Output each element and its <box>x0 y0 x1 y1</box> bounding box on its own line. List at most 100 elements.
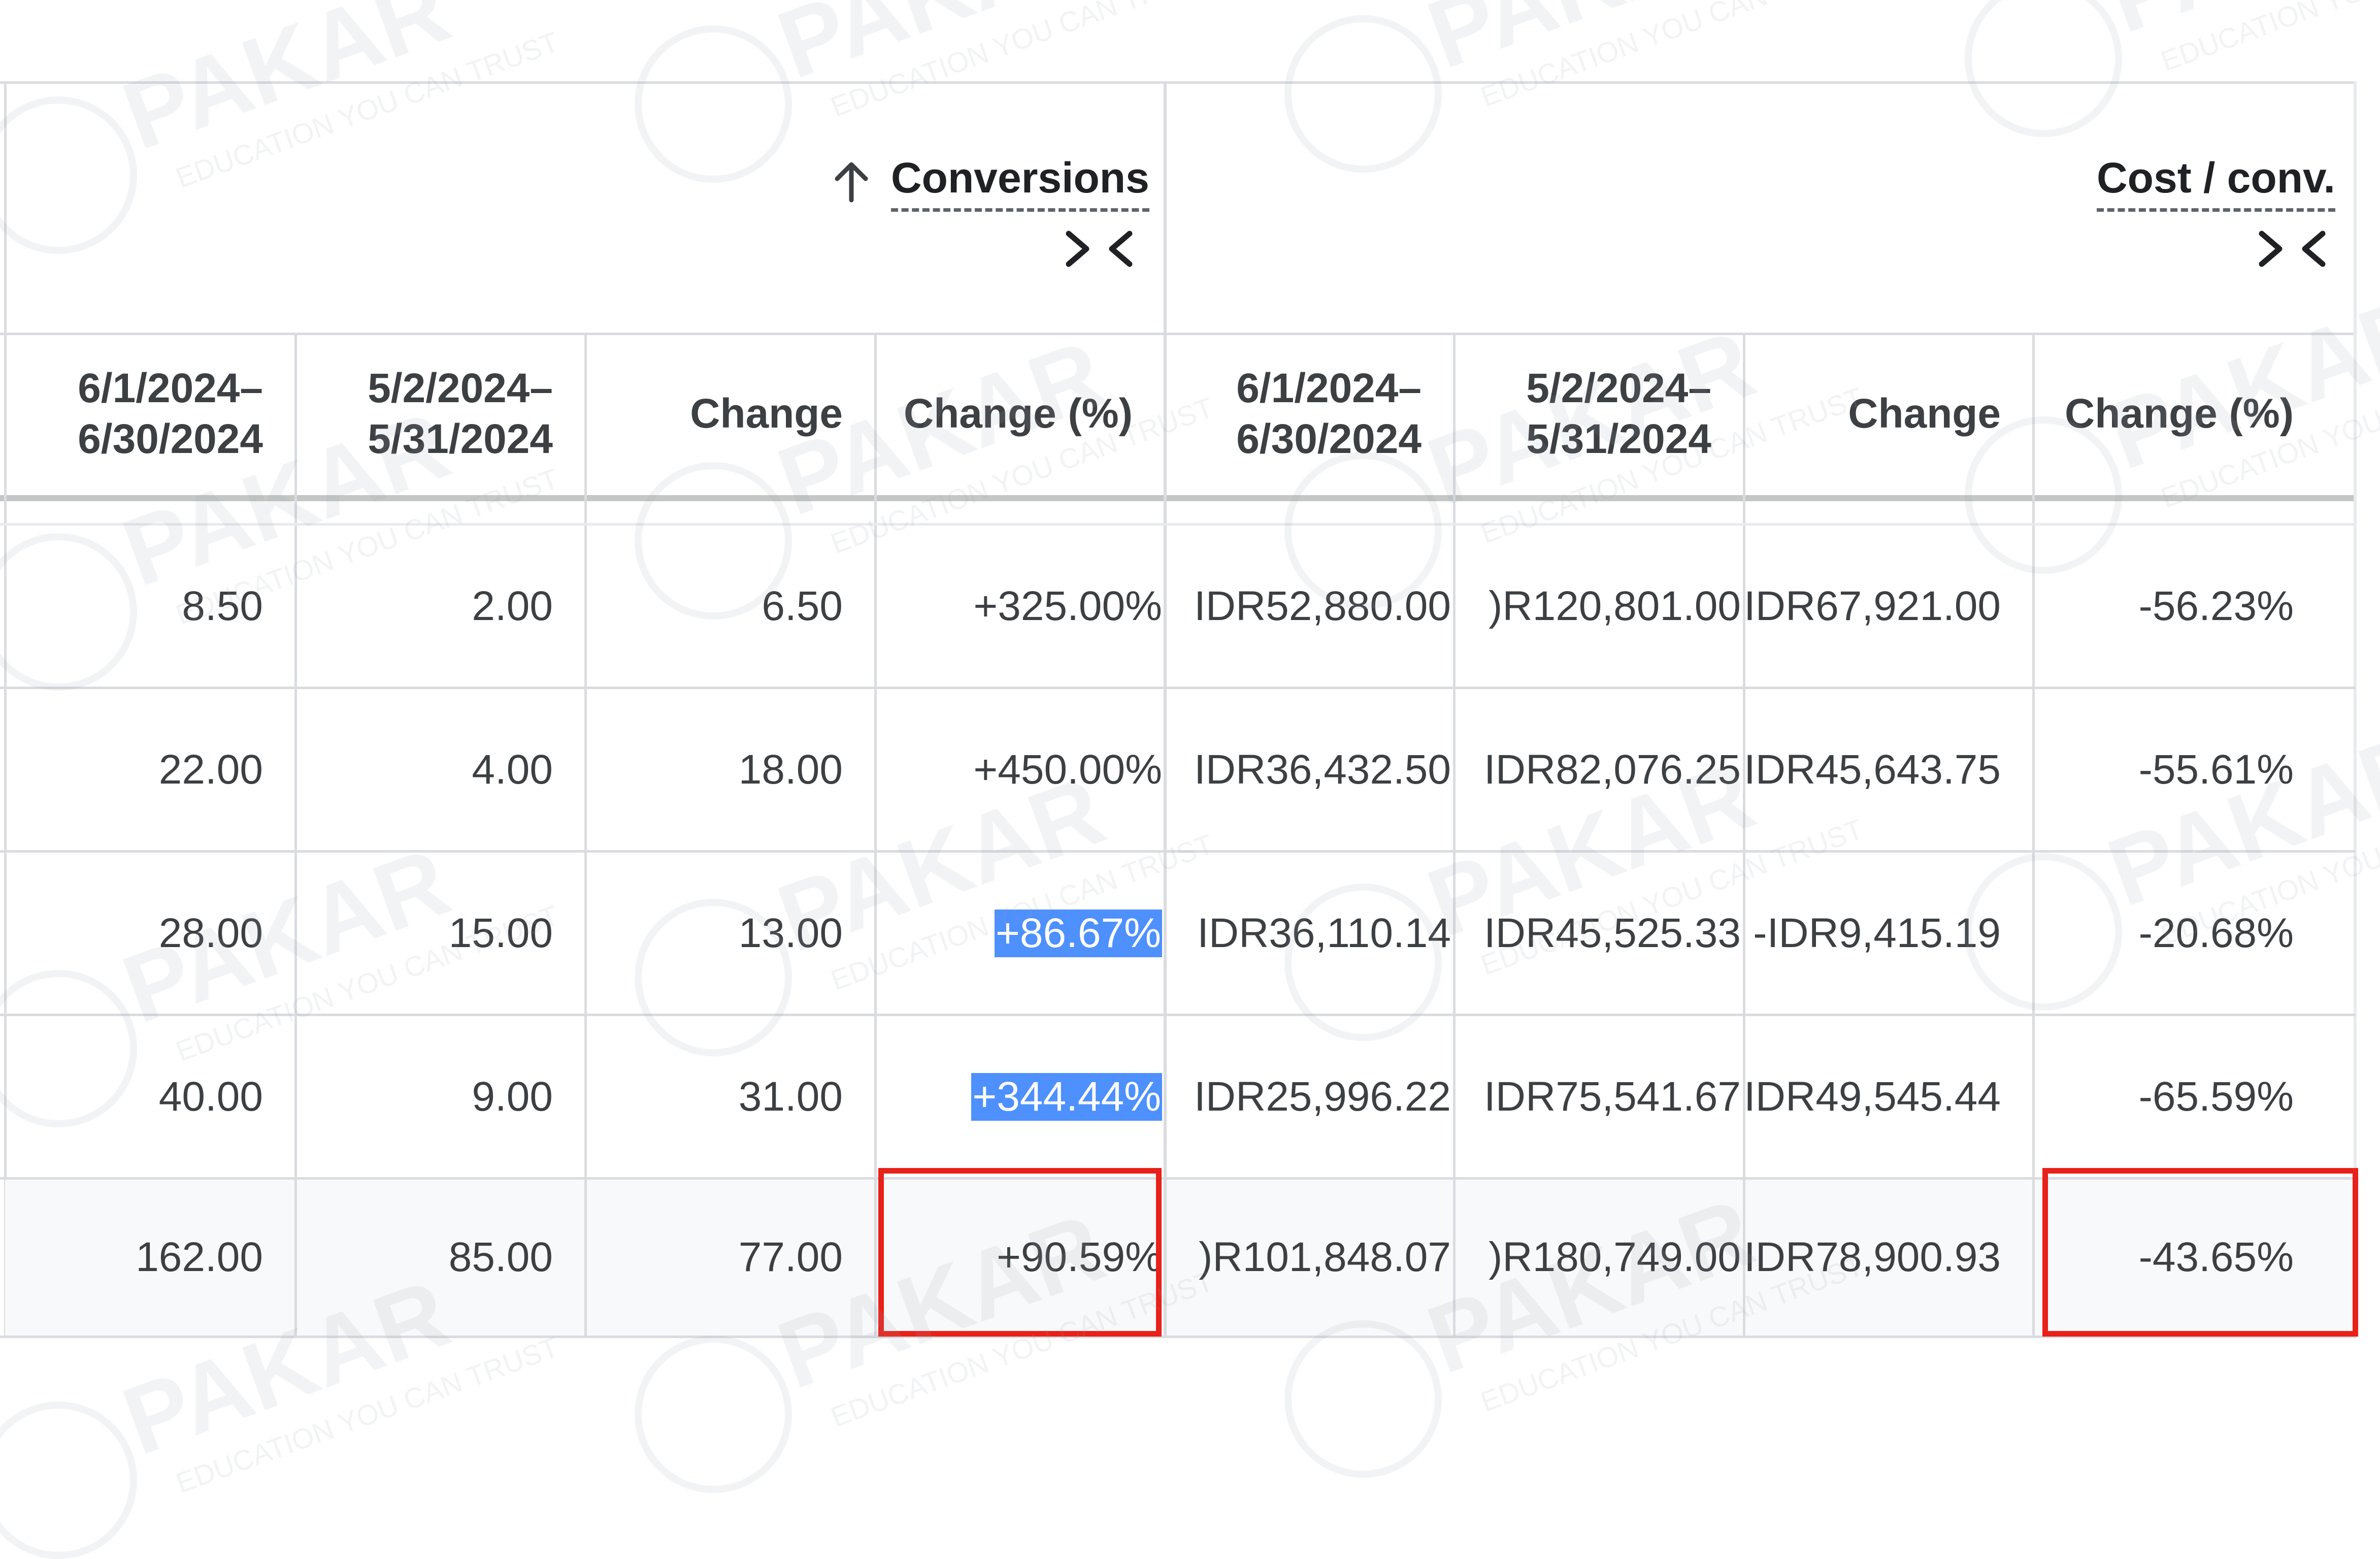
table-row-cell-4: IDR25,996.22 <box>1167 1016 1453 1177</box>
cell-value: IDR36,432.50 <box>1194 746 1451 793</box>
table-row-cell-6: IDR45,643.75 <box>1745 689 2032 850</box>
annotation-box-conversions-change <box>878 1168 1162 1337</box>
total-row-cell-5: )R180,749.00 <box>1456 1180 1743 1335</box>
watermark: PAKAREDUCATION YOU CAN TRUST <box>1284 0 1892 173</box>
table-row-cell-7: -55.61% <box>2035 689 2354 850</box>
table-row-cell-0: 28.00 <box>5 853 294 1014</box>
table-row-cell-4: IDR36,432.50 <box>1167 689 1453 850</box>
table-row-cell-2: 13.00 <box>587 853 874 1014</box>
table-row-cell-7: -20.68% <box>2035 853 2354 1014</box>
table-row-cell-6: IDR67,921.00 <box>1745 526 2032 687</box>
table-row-cell-3: +344.44% <box>877 1016 1164 1177</box>
total-row-cell-0: 162.00 <box>5 1180 294 1335</box>
watermark-tagline: EDUCATION YOU CAN TRUST <box>827 0 1218 123</box>
cell-value: )R180,749.00 <box>1489 1233 1741 1280</box>
table-row-cell-3: +325.00% <box>877 526 1164 687</box>
cell-value: -56.23% <box>2138 582 2294 629</box>
pakar-logo-icon <box>635 25 792 183</box>
collapse-columns-icon[interactable] <box>1061 226 1137 272</box>
right-border <box>2354 81 2357 1338</box>
pakar-logo-icon <box>0 1402 137 1559</box>
cell-value: 22.00 <box>158 746 263 793</box>
cell-value: 18.00 <box>738 746 843 793</box>
cell-value: IDR25,996.22 <box>1194 1073 1451 1120</box>
table-row-cell-3: +450.00% <box>877 689 1164 850</box>
table-row-cell-4: IDR36,110.14 <box>1167 853 1453 1014</box>
watermark-tagline: EDUCATION YOU CAN TRUST <box>172 1330 563 1500</box>
table-row-cell-3: +86.67% <box>877 853 1164 1014</box>
cell-value: -20.68% <box>2138 910 2294 956</box>
watermark-tagline: EDUCATION YOU CAN TRUST <box>1476 0 1868 113</box>
watermark: PAKAREDUCATION YOU CAN TRUST <box>1965 0 2380 137</box>
cell-value: 77.00 <box>738 1233 843 1280</box>
cell-value: 6.50 <box>762 582 843 629</box>
table-row-cell-0: 8.50 <box>5 526 294 687</box>
col-header-cost-change[interactable]: Change <box>1745 330 2032 498</box>
cell-value: -55.61% <box>2138 746 2294 793</box>
cell-value: -65.59% <box>2138 1073 2294 1120</box>
watermark-word: PAKAR <box>1414 0 1865 90</box>
cell-value: -IDR9,415.19 <box>1753 910 2001 956</box>
cell-value: 85.00 <box>448 1233 553 1280</box>
report-table: Conversions Cost / conv. 6/1/2024– 6/30/… <box>0 0 2380 1559</box>
table-row-cell-5: IDR82,076.25 <box>1456 689 1743 850</box>
table-row-cell-7: -65.59% <box>2035 1016 2354 1177</box>
row-line-6 <box>0 1336 2356 1338</box>
cell-value: IDR49,545.44 <box>1745 1073 2001 1120</box>
watermark-tagline: EDUCATION YOU CAN TRUST <box>2157 0 2380 78</box>
cell-value: 162.00 <box>136 1233 263 1280</box>
table-row-cell-5: )R120,801.00 <box>1456 526 1743 687</box>
cell-value: 40.00 <box>158 1073 263 1120</box>
table-row-cell-0: 40.00 <box>5 1016 294 1177</box>
table-row-cell-2: 18.00 <box>587 689 874 850</box>
table-row-cell-0: 22.00 <box>5 689 294 850</box>
pakar-logo-icon <box>0 96 137 254</box>
col-header-conv-change[interactable]: Change <box>587 330 874 498</box>
table-row-cell-5: IDR75,541.67 <box>1456 1016 1743 1177</box>
cell-value: IDR52,880.00 <box>1194 582 1451 629</box>
pakar-logo-icon <box>635 1336 792 1493</box>
watermark-word: PAKAR <box>764 0 1215 101</box>
watermark: PAKAREDUCATION YOU CAN TRUST <box>0 1259 587 1559</box>
cell-value: 31.00 <box>738 1073 843 1120</box>
cell-value: 2.00 <box>472 582 553 629</box>
table-row-cell-2: 6.50 <box>587 526 874 687</box>
cell-value: 28.00 <box>158 910 263 956</box>
total-row-cell-6: IDR78,900.93 <box>1745 1180 2032 1335</box>
total-row-cell-4: )R101,848.07 <box>1167 1180 1453 1335</box>
watermark: PAKAREDUCATION YOU CAN TRUST <box>635 0 1242 183</box>
cell-value: )R101,848.07 <box>1199 1233 1451 1280</box>
cell-value: 13.00 <box>738 910 843 956</box>
cell-value: IDR75,541.67 <box>1483 1073 1741 1120</box>
col-header-conv-current[interactable]: 6/1/2024– 6/30/2024 <box>5 330 294 498</box>
table-row-cell-6: -IDR9,415.19 <box>1745 853 2032 1014</box>
cell-value: +325.00% <box>973 582 1162 629</box>
col-header-cost-current[interactable]: 6/1/2024– 6/30/2024 <box>1167 330 1453 498</box>
conversions-header[interactable]: Conversions <box>891 152 1149 212</box>
col-header-conv-change-pct[interactable]: Change (%) <box>877 330 1164 498</box>
pakar-logo-icon <box>1284 1320 1442 1478</box>
table-row-cell-1: 9.00 <box>297 1016 584 1177</box>
arrow-up-icon[interactable] <box>829 158 874 204</box>
col-header-cost-previous[interactable]: 5/2/2024– 5/31/2024 <box>1456 330 1743 498</box>
table-row-cell-2: 31.00 <box>587 1016 874 1177</box>
col-header-conv-previous[interactable]: 5/2/2024– 5/31/2024 <box>297 330 584 498</box>
table-row-cell-1: 15.00 <box>297 853 584 1014</box>
highlighted-cell-value: +86.67% <box>995 909 1162 957</box>
table-top-border <box>0 81 2356 84</box>
total-row-cell-1: 85.00 <box>297 1180 584 1335</box>
table-row-cell-4: IDR52,880.00 <box>1167 526 1453 687</box>
cost-per-conv-header[interactable]: Cost / conv. <box>2097 152 2335 212</box>
table-row-cell-6: IDR49,545.44 <box>1745 1016 2032 1177</box>
cell-value: IDR36,110.14 <box>1197 910 1451 956</box>
highlighted-cell-value: +344.44% <box>971 1073 1162 1121</box>
pakar-logo-icon <box>1965 0 2122 137</box>
table-row-cell-1: 4.00 <box>297 689 584 850</box>
collapse-columns-icon[interactable] <box>2254 226 2330 272</box>
cell-value: IDR45,525.33 <box>1483 910 1741 956</box>
cell-value: )R120,801.00 <box>1489 582 1741 629</box>
col-header-cost-change-pct[interactable]: Change (%) <box>2035 330 2354 498</box>
table-row-cell-1: 2.00 <box>297 526 584 687</box>
cell-value: 8.50 <box>182 582 263 629</box>
cell-value: IDR67,921.00 <box>1745 582 2001 629</box>
